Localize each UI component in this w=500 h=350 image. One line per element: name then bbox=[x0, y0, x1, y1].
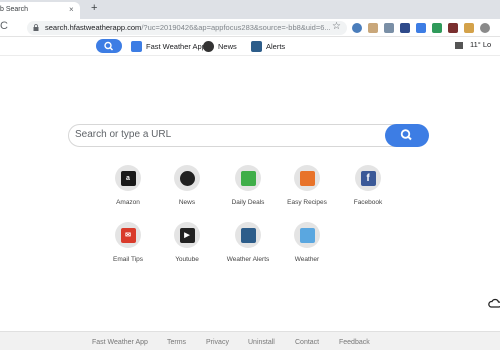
easy-recipes-icon bbox=[299, 170, 315, 186]
tile-label: Easy Recipes bbox=[287, 199, 327, 206]
tile-circle: ✉ bbox=[115, 222, 141, 248]
alerts-icon bbox=[251, 40, 262, 52]
tile-circle: ▶ bbox=[174, 222, 200, 248]
search-icon bbox=[104, 41, 114, 51]
footer-link-privacy[interactable]: Privacy bbox=[206, 339, 229, 346]
url-host: search.hfastweatherapp.com bbox=[45, 23, 142, 32]
extension-blue-icon[interactable] bbox=[416, 23, 426, 33]
extension-green-icon[interactable] bbox=[432, 23, 442, 33]
toolbar-search-button[interactable] bbox=[96, 39, 122, 53]
tile-news[interactable]: News bbox=[152, 165, 222, 206]
browser-tab[interactable]: b Search × bbox=[0, 2, 80, 19]
extension-red-icon[interactable] bbox=[448, 23, 458, 33]
omnibox[interactable]: search.hfastweatherapp.com/?uc=20190426&… bbox=[27, 21, 347, 35]
footer-link-feedback[interactable]: Feedback bbox=[339, 339, 370, 346]
url-query: /?uc=20190426&ap=appfocus283&source=-bb8… bbox=[141, 23, 331, 32]
extension-profile-icon[interactable] bbox=[480, 23, 490, 33]
extension-globe-icon[interactable] bbox=[352, 23, 362, 33]
tile-label: Weather bbox=[294, 256, 320, 263]
toolbar-fast-weather-app[interactable]: Fast Weather App bbox=[131, 39, 206, 53]
extension-dark-icon[interactable] bbox=[400, 23, 410, 33]
tile-easy-recipes[interactable]: Easy Recipes bbox=[272, 165, 342, 206]
footer-link-fast-weather-app[interactable]: Fast Weather App bbox=[92, 339, 148, 346]
tile-circle bbox=[294, 222, 320, 248]
extension-letter-icon[interactable] bbox=[384, 23, 394, 33]
tile-circle bbox=[294, 165, 320, 191]
tile-youtube[interactable]: ▶ Youtube bbox=[152, 222, 222, 263]
search-button[interactable] bbox=[385, 124, 429, 147]
daily-deals-icon bbox=[240, 170, 256, 186]
footer-link-contact[interactable]: Contact bbox=[295, 339, 319, 346]
tile-facebook[interactable]: f Facebook bbox=[333, 165, 403, 206]
extension-note-icon[interactable] bbox=[368, 23, 378, 33]
lock-icon bbox=[33, 24, 39, 31]
extension-toolbar: Fast Weather App News Alerts 11° Lo bbox=[0, 37, 500, 56]
toolbar-alerts[interactable]: Alerts bbox=[251, 39, 285, 53]
tab-close-icon[interactable]: × bbox=[69, 5, 74, 14]
extension-yellow-icon[interactable] bbox=[464, 23, 474, 33]
tile-label: Facebook bbox=[353, 199, 383, 206]
toolbar-item-label: Fast Weather App bbox=[146, 41, 206, 51]
search-box bbox=[68, 124, 429, 147]
new-tab-button[interactable]: + bbox=[91, 2, 97, 14]
news-icon bbox=[179, 170, 195, 186]
footer: Fast Weather App Terms Privacy Uninstall… bbox=[0, 331, 500, 350]
address-bar: C search.hfastweatherapp.com/?uc=2019042… bbox=[0, 19, 500, 37]
weather-icon bbox=[299, 227, 315, 243]
youtube-icon: ▶ bbox=[179, 227, 195, 243]
footer-link-uninstall[interactable]: Uninstall bbox=[248, 339, 275, 346]
news-icon bbox=[203, 40, 214, 52]
bookmark-star-icon[interactable]: ☆ bbox=[332, 21, 341, 32]
toolbar-news[interactable]: News bbox=[203, 39, 237, 53]
amazon-icon: a bbox=[120, 170, 136, 186]
tab-strip: b Search × + bbox=[0, 0, 500, 19]
tile-circle bbox=[235, 165, 261, 191]
tile-label: Youtube bbox=[175, 256, 199, 263]
weather-widget-icon bbox=[455, 42, 463, 49]
reload-icon[interactable]: C bbox=[0, 20, 8, 32]
facebook-icon: f bbox=[360, 170, 376, 186]
url-text[interactable]: search.hfastweatherapp.com/?uc=20190426&… bbox=[45, 23, 335, 32]
tile-circle bbox=[235, 222, 261, 248]
search-icon bbox=[400, 129, 412, 141]
toolbar-item-label: Alerts bbox=[266, 41, 286, 51]
tile-label: News bbox=[178, 199, 196, 206]
toolbar-item-label: News bbox=[218, 41, 237, 51]
search-input[interactable] bbox=[75, 129, 375, 140]
cloud-icon[interactable] bbox=[488, 296, 500, 310]
tile-circle bbox=[174, 165, 200, 191]
footer-link-terms[interactable]: Terms bbox=[167, 339, 186, 346]
weather-alerts-icon bbox=[240, 227, 256, 243]
fast-weather-app-icon bbox=[131, 40, 142, 52]
tile-circle: f bbox=[355, 165, 381, 191]
tile-weather[interactable]: Weather bbox=[272, 222, 342, 263]
email-tips-icon: ✉ bbox=[120, 227, 136, 243]
weather-widget[interactable]: 11° Lo bbox=[470, 40, 491, 49]
tab-title: b Search bbox=[0, 6, 29, 13]
tile-circle: a bbox=[115, 165, 141, 191]
